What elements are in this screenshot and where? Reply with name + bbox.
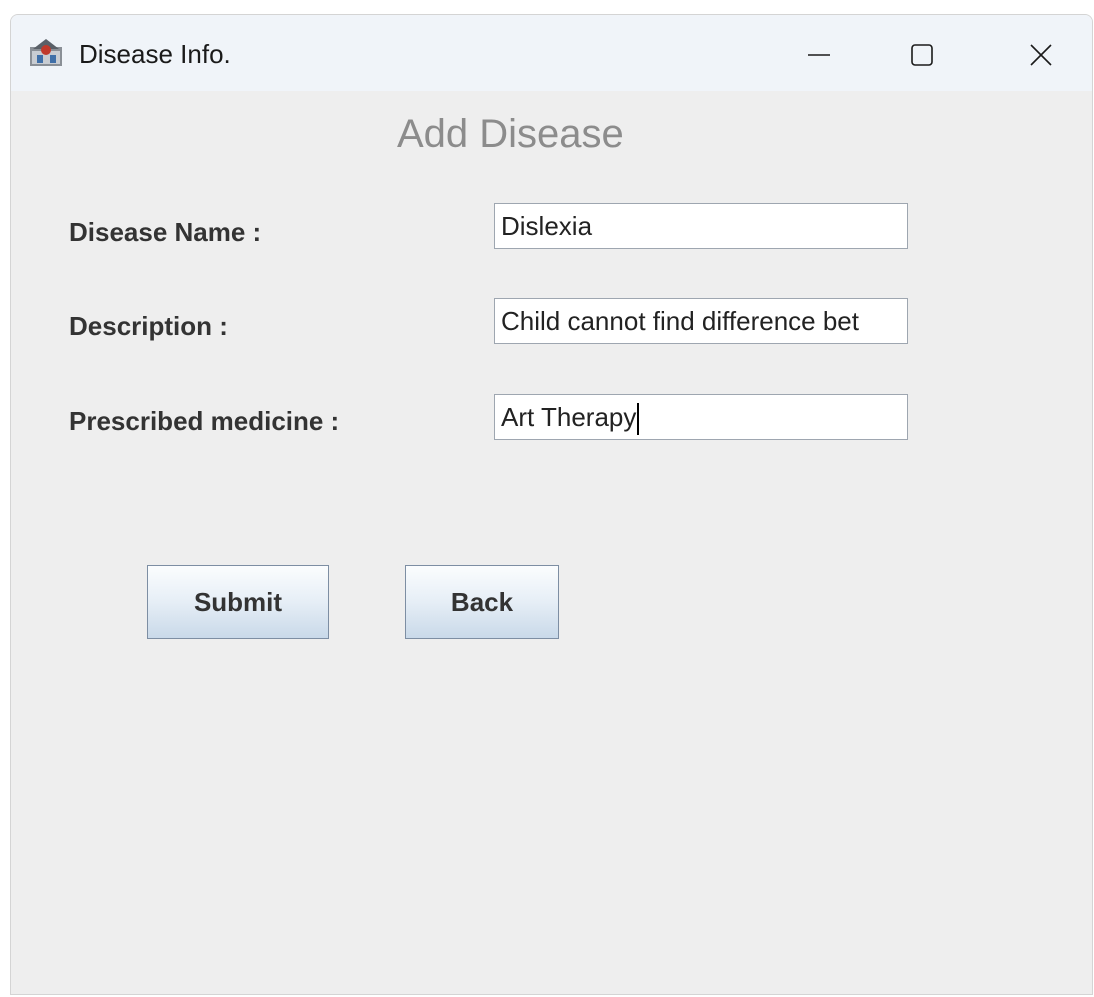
minimize-button[interactable] <box>784 27 854 83</box>
back-button[interactable]: Back <box>405 565 559 639</box>
title-bar[interactable]: Disease Info. <box>11 15 1092 91</box>
maximize-button[interactable] <box>887 27 957 83</box>
maximize-icon <box>911 44 933 66</box>
description-input[interactable]: Child cannot find difference bet <box>494 298 908 344</box>
prescribed-medicine-label: Prescribed medicine : <box>69 406 340 436</box>
description-value: Child cannot find difference bet <box>501 306 859 336</box>
prescribed-medicine-value: Art Therapy <box>501 402 637 432</box>
text-caret <box>637 403 640 436</box>
minimize-icon <box>808 54 830 56</box>
description-label: Description : <box>69 311 228 341</box>
window-title: Disease Info. <box>79 39 231 69</box>
disease-info-window: Disease Info. Add Disease Disease Name :… <box>10 14 1093 995</box>
disease-name-input[interactable]: Dislexia <box>494 203 908 249</box>
page-title: Add Disease <box>397 112 624 156</box>
close-icon <box>1030 44 1052 66</box>
disease-name-label: Disease Name : <box>69 217 262 247</box>
close-button[interactable] <box>1006 27 1076 83</box>
java-app-icon <box>30 39 62 66</box>
prescribed-medicine-input[interactable]: Art Therapy <box>494 394 908 440</box>
submit-button[interactable]: Submit <box>147 565 329 639</box>
disease-name-value: Dislexia <box>501 211 593 241</box>
